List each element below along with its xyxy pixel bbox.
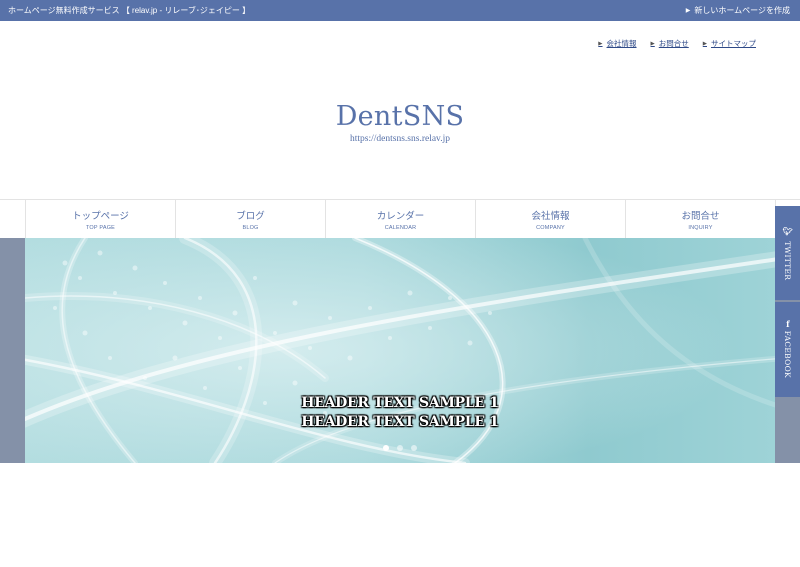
util-link-label: サイトマップ [711, 39, 756, 48]
nav-label-jp: カレンダー [376, 211, 425, 222]
util-link-label: 会社情報 [606, 39, 637, 48]
slider-pagination [25, 445, 775, 451]
facebook-label: FACEBOOK [783, 330, 792, 378]
nav-label-en: CALENDAR [384, 225, 417, 231]
util-link-label: お問合せ [658, 39, 689, 48]
global-nav: トップページ TOP PAGE ブログ BLOG カレンダー CALENDAR … [0, 199, 800, 239]
slider-dot[interactable] [411, 445, 417, 451]
slider-dot[interactable] [397, 445, 403, 451]
nav-item-company[interactable]: 会社情報 COMPANY [475, 200, 625, 238]
nav-item-calendar[interactable]: カレンダー CALENDAR [325, 200, 475, 238]
nav-item-inquiry[interactable]: お問合せ INQUIRY [625, 200, 776, 238]
nav-label-en: COMPANY [536, 225, 565, 231]
facebook-f-icon: f [785, 318, 790, 329]
nav-item-top[interactable]: トップページ TOP PAGE [25, 200, 175, 238]
create-homepage-link[interactable]: 新しいホームページを作成 [686, 5, 790, 16]
facebook-side-tab[interactable]: f FACEBOOK [775, 302, 800, 397]
site-logo[interactable]: DentSNS https://dentsns.sns.relav.jp [0, 100, 800, 144]
twitter-label: TWITTER [783, 241, 792, 281]
top-bar: ホームページ無料作成サービス 【 relav.jp - リレーブ･ジェイピー 】… [0, 0, 800, 21]
hero-caption: HEADER TEXT SAMPLE 1 HEADER TEXT SAMPLE … [25, 394, 775, 432]
triangle-right-icon: ▶ [702, 40, 707, 47]
util-link-company[interactable]: ▶ 会社情報 [598, 38, 636, 49]
twitter-side-tab[interactable]: 🐦︎ TWITTER [775, 206, 800, 300]
nav-label-en: TOP PAGE [85, 225, 116, 231]
nav-item-blog[interactable]: ブログ BLOG [175, 200, 325, 238]
nav-label-jp: トップページ [72, 211, 129, 222]
slider-dot[interactable] [383, 445, 389, 451]
hero-section: HEADER TEXT SAMPLE 1 HEADER TEXT SAMPLE … [0, 238, 800, 463]
util-link-sitemap[interactable]: ▶ サイトマップ [703, 38, 756, 49]
hero-caption-line: HEADER TEXT SAMPLE 1 [301, 414, 499, 430]
service-banner-text[interactable]: ホームページ無料作成サービス 【 relav.jp - リレーブ･ジェイピー 】 [8, 5, 250, 16]
hero-slider[interactable]: HEADER TEXT SAMPLE 1 HEADER TEXT SAMPLE … [25, 238, 775, 463]
hero-caption-line: HEADER TEXT SAMPLE 1 [301, 395, 499, 411]
nav-label-jp: 会社情報 [531, 211, 570, 222]
twitter-bird-icon: 🐦︎ [782, 225, 793, 236]
site-title[interactable]: DentSNS [0, 100, 800, 134]
triangle-right-icon: ▶ [650, 40, 655, 47]
triangle-right-icon: ▶ [598, 40, 603, 47]
utility-links: ▶ 会社情報 ▶ お問合せ ▶ サイトマップ [598, 38, 756, 49]
nav-label-en: INQUIRY [688, 225, 713, 231]
site-url: https://dentsns.sns.relav.jp [350, 134, 450, 144]
util-link-inquiry[interactable]: ▶ お問合せ [651, 38, 689, 49]
nav-label-jp: ブログ [236, 211, 265, 222]
nav-label-en: BLOG [242, 225, 259, 231]
nav-label-jp: お問合せ [681, 211, 720, 222]
